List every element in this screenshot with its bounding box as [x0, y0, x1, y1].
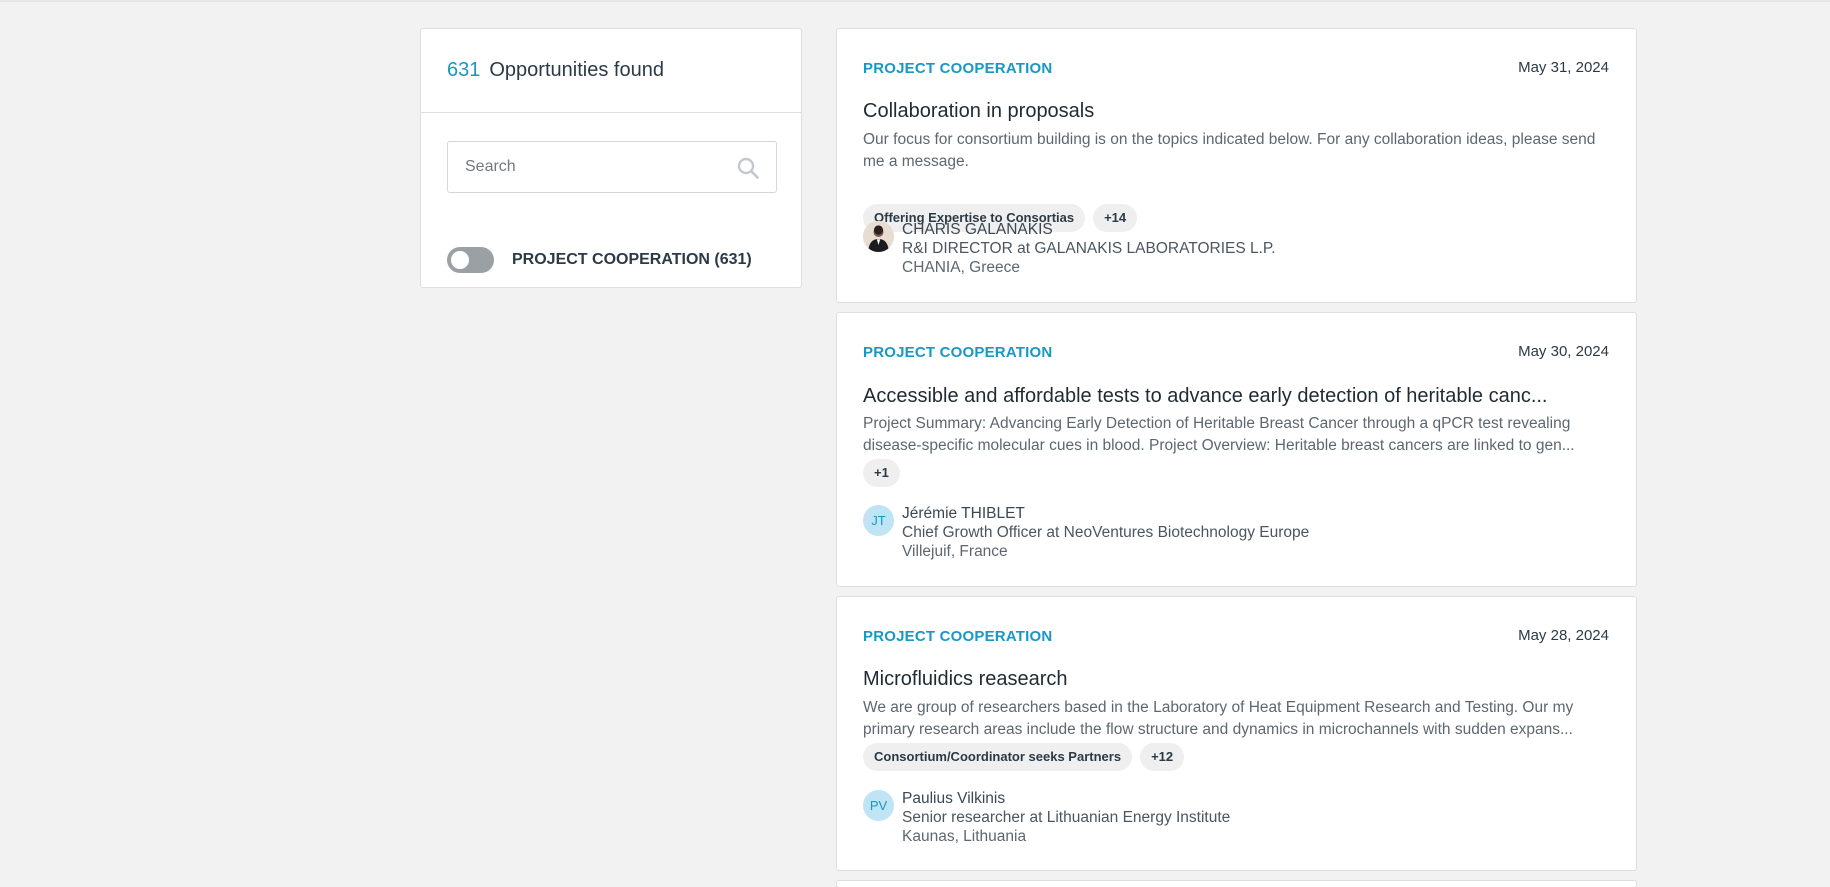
author-location: Villejuif, France — [902, 543, 1008, 560]
author-name[interactable]: Paulius Vilkinis — [902, 789, 1230, 808]
author-name[interactable]: CHARIS GALANAKIS — [902, 220, 1276, 239]
search-input[interactable] — [448, 157, 737, 177]
project-cooperation-filter-label: PROJECT COOPERATION (631) — [512, 251, 752, 268]
card-tags: +1 — [863, 459, 908, 487]
author-location: CHANIA, Greece — [902, 259, 1021, 276]
results-count-label: Opportunities found — [489, 59, 664, 81]
more-tags-chip[interactable]: +1 — [863, 459, 900, 487]
avatar: JT — [863, 505, 894, 536]
author-role: Chief Growth Officer at NeoVentures Biot… — [902, 524, 1310, 541]
category-filter-row: PROJECT COOPERATION (631) — [447, 247, 752, 273]
filter-panel: 631 Opportunities found PROJECT COOPERAT… — [420, 28, 802, 288]
opportunity-card[interactable]: PROJECT COOPERATION May 31, 2024 Collabo… — [836, 28, 1637, 303]
card-title[interactable]: Collaboration in proposals — [863, 100, 1613, 123]
opportunity-card[interactable]: PROJECT COOPERATION May 30, 2024 Accessi… — [836, 312, 1637, 587]
card-category: PROJECT COOPERATION — [863, 60, 1053, 77]
card-description: Project Summary: Advancing Early Detecti… — [863, 415, 1575, 454]
card-date: May 30, 2024 — [1518, 343, 1609, 360]
author-role: Senior researcher at Lithuanian Energy I… — [902, 809, 1231, 826]
top-divider — [0, 0, 1830, 2]
card-description: We are group of researchers based in the… — [863, 699, 1574, 738]
card-category: PROJECT COOPERATION — [863, 628, 1053, 645]
author-role: R&I DIRECTOR at GALANAKIS LABORATORIES L… — [902, 240, 1276, 257]
author-location: Kaunas, Lithuania — [902, 828, 1027, 845]
card-date: May 31, 2024 — [1518, 59, 1609, 76]
card-description: Our focus for consortium building is on … — [863, 131, 1596, 170]
project-cooperation-toggle[interactable] — [447, 247, 494, 273]
card-category: PROJECT COOPERATION — [863, 344, 1053, 361]
card-title[interactable]: Accessible and affordable tests to advan… — [863, 385, 1613, 408]
user-photo-icon — [863, 221, 894, 252]
author-name[interactable]: Jérémie THIBLET — [902, 504, 1309, 523]
results-count: 631 — [447, 59, 481, 81]
card-tags: Consortium/Coordinator seeks Partners +1… — [863, 743, 1192, 771]
toggle-knob — [451, 251, 469, 269]
card-date: May 28, 2024 — [1518, 627, 1609, 644]
search-icon[interactable] — [736, 156, 760, 180]
card-title[interactable]: Microfluidics reasearch — [863, 668, 1613, 691]
results-header: 631 Opportunities found — [421, 29, 801, 113]
opportunity-card-partial[interactable] — [836, 880, 1637, 887]
author-info: CHARIS GALANAKIS R&I DIRECTOR at GALANAK… — [863, 220, 1276, 277]
opportunity-card[interactable]: PROJECT COOPERATION May 28, 2024 Microfl… — [836, 596, 1637, 871]
more-tags-chip[interactable]: +12 — [1140, 743, 1185, 771]
search-box[interactable] — [447, 141, 777, 193]
author-info: PV Paulius Vilkinis Senior researcher at… — [863, 789, 1230, 846]
author-info: JT Jérémie THIBLET Chief Growth Officer … — [863, 504, 1309, 561]
avatar — [863, 221, 894, 252]
tag-chip: Consortium/Coordinator seeks Partners — [863, 743, 1133, 771]
avatar: PV — [863, 790, 894, 821]
